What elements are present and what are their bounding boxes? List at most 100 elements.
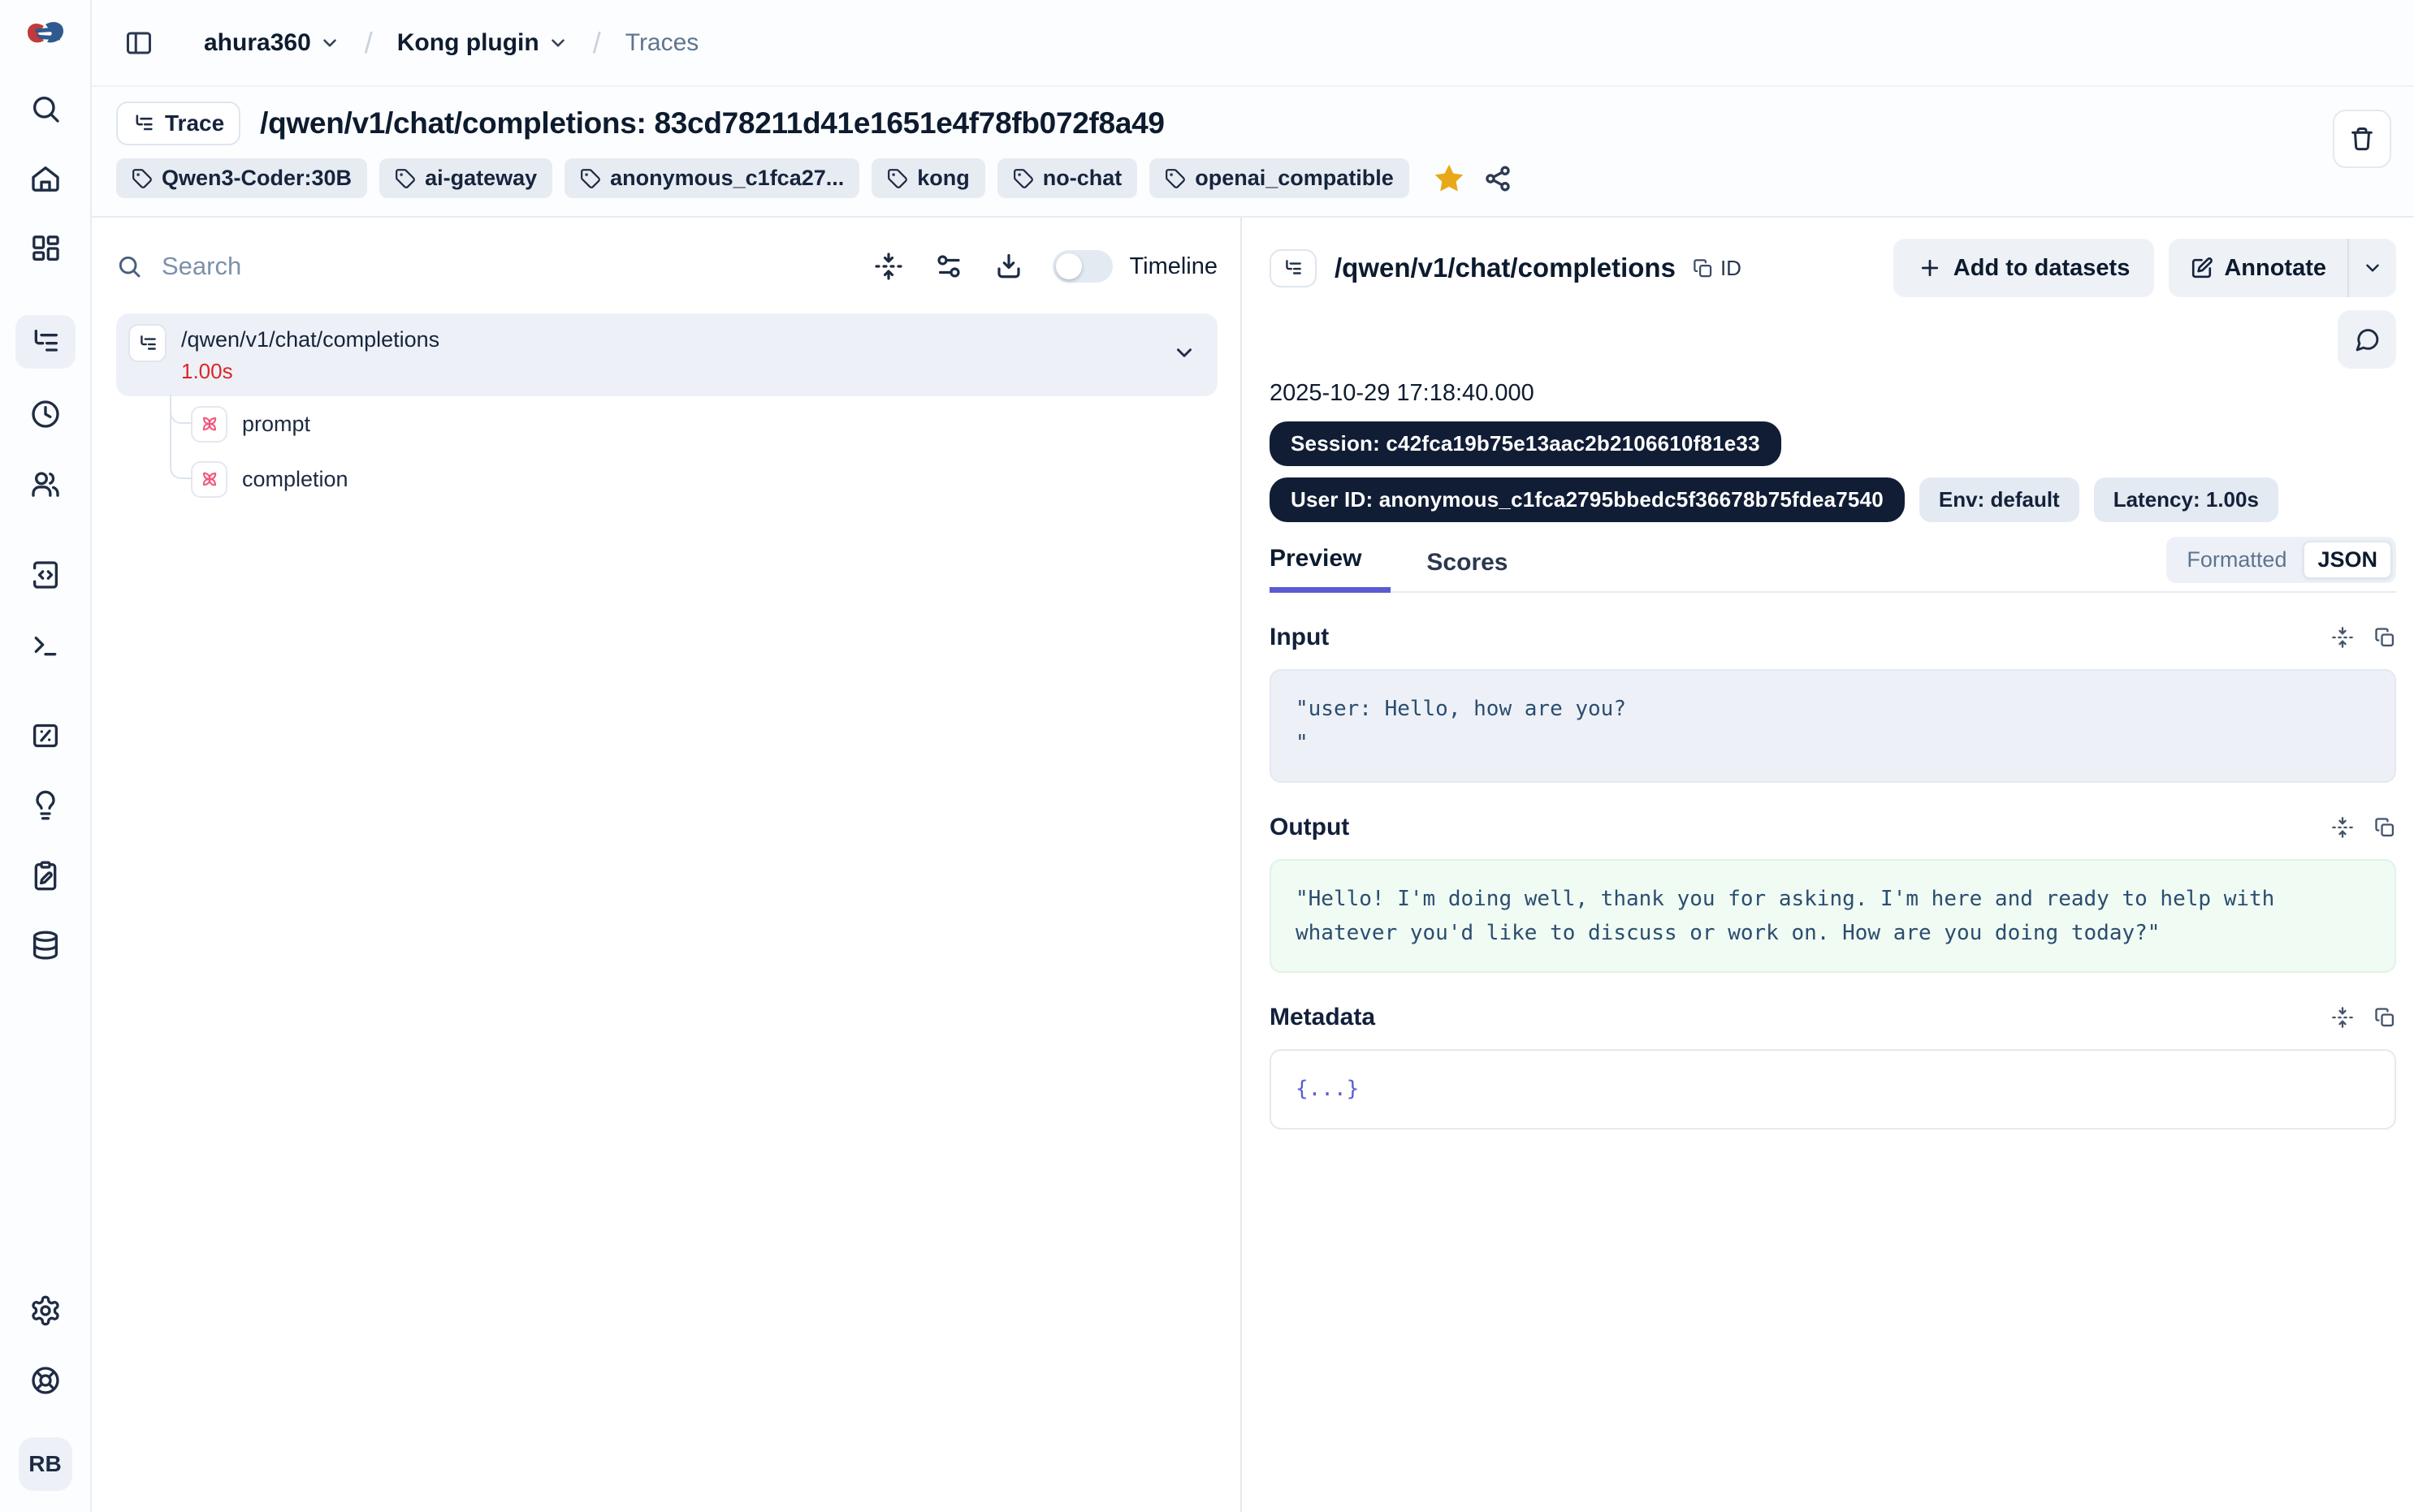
panel-left-icon <box>124 28 154 58</box>
datasets-database-icon <box>29 929 62 961</box>
format-option-json[interactable]: JSON <box>2303 541 2392 579</box>
breadcrumb-page: Traces <box>625 29 699 57</box>
tag-pill[interactable]: openai_compatible <box>1149 158 1409 198</box>
tree-children: prompt completion <box>191 396 1218 507</box>
tree-search-input[interactable] <box>162 252 850 281</box>
tag-label: openai_compatible <box>1195 166 1394 191</box>
copy-icon[interactable] <box>2373 1006 2396 1029</box>
meta-pills-row: User ID: anonymous_c1fca2795bbedc5f36678… <box>1270 477 2396 522</box>
settings-gear-icon <box>29 1294 62 1327</box>
sidebar-item-playground[interactable] <box>15 620 76 669</box>
dashboards-icon <box>29 232 62 265</box>
session-pill[interactable]: Session: c42fca19b75e13aac2b2106610f81e3… <box>1270 421 1781 466</box>
annotation-clipboard-pen-icon <box>29 859 62 892</box>
sidebar-toggle-button[interactable] <box>116 20 162 66</box>
sidebar-item-search[interactable] <box>15 84 76 133</box>
prompts-file-code-icon <box>29 559 62 591</box>
home-icon <box>29 162 62 195</box>
app-logo-icon <box>24 15 67 52</box>
sidebar-item-sessions[interactable] <box>15 390 76 438</box>
sidebar-item-judge[interactable] <box>15 781 76 830</box>
tree-child-prompt[interactable]: prompt <box>191 396 1218 451</box>
comment-bubble-icon <box>2354 326 2381 353</box>
tree-collapse-chevron[interactable] <box>1172 341 1196 369</box>
tree-settings-button[interactable] <box>928 245 970 287</box>
span-fan-icon <box>198 468 221 490</box>
metadata-section-header: Metadata <box>1270 1004 2396 1031</box>
tag-pill[interactable]: no-chat <box>997 158 1138 198</box>
download-icon <box>994 252 1023 281</box>
sidebar-item-dashboards[interactable] <box>15 224 76 273</box>
tree-root-row[interactable]: /qwen/v1/chat/completions 1.00s <box>116 313 1218 396</box>
add-to-datasets-label: Add to datasets <box>1953 255 2131 282</box>
id-label: ID <box>1720 256 1741 281</box>
latency-pill: Latency: 1.00s <box>2094 477 2278 522</box>
tag-icon <box>395 168 416 189</box>
tab-preview[interactable]: Preview <box>1270 545 1391 593</box>
observation-tree: /qwen/v1/chat/completions 1.00s <box>116 313 1218 507</box>
timeline-toggle[interactable] <box>1053 250 1113 283</box>
output-content: "Hello! I'm doing well, thank you for as… <box>1270 859 2396 973</box>
sidebar-item-tracing[interactable] <box>15 315 76 369</box>
breadcrumb-org[interactable]: ahura360 <box>204 29 340 57</box>
input-label: Input <box>1270 624 1329 651</box>
share-icon <box>1483 164 1512 193</box>
tree-child-completion[interactable]: completion <box>191 451 1218 507</box>
support-lifebuoy-icon <box>29 1364 62 1397</box>
tag-label: Qwen3-Coder:30B <box>162 166 352 191</box>
plus-icon <box>1918 256 1942 280</box>
annotate-label: Annotate <box>2224 255 2326 282</box>
sidebar-item-settings[interactable] <box>15 1286 76 1335</box>
download-button[interactable] <box>988 245 1030 287</box>
collapse-all-button[interactable] <box>867 245 910 287</box>
metadata-content[interactable]: {...} <box>1270 1049 2396 1129</box>
sidebar-item-annotation[interactable] <box>15 851 76 900</box>
user-id-pill[interactable]: User ID: anonymous_c1fca2795bbedc5f36678… <box>1270 477 1905 522</box>
annotate-dropdown-button[interactable] <box>2349 239 2396 297</box>
trace-tree-panel: Timeline /qwen/v1/chat/completions 1.00s <box>92 218 1242 1512</box>
format-option-formatted[interactable]: Formatted <box>2170 541 2303 579</box>
breadcrumb: ahura360 / Kong plugin / Traces <box>204 26 699 60</box>
tag-pill[interactable]: anonymous_c1fca27... <box>565 158 859 198</box>
playground-terminal-icon <box>29 629 62 661</box>
copy-icon[interactable] <box>2373 626 2396 649</box>
trace-detail-panel: /qwen/v1/chat/completions ID Add to data… <box>1242 218 2414 1512</box>
breadcrumb-project-label: Kong plugin <box>397 29 539 57</box>
bookmark-star-button[interactable] <box>1433 162 1465 195</box>
users-icon <box>29 468 62 500</box>
sidebar-item-prompts[interactable] <box>15 551 76 599</box>
input-content: "user: Hello, how are you? " <box>1270 669 2396 783</box>
tracing-tree-icon <box>29 326 62 358</box>
sidebar-item-home[interactable] <box>15 154 76 203</box>
sidebar-item-support[interactable] <box>15 1356 76 1405</box>
search-icon <box>29 93 62 125</box>
share-button[interactable] <box>1483 164 1512 193</box>
fold-vertical-icon[interactable] <box>2331 1006 2354 1029</box>
sidebar-item-users[interactable] <box>15 460 76 508</box>
fold-vertical-icon[interactable] <box>2331 816 2354 839</box>
copy-id-button[interactable]: ID <box>1692 256 1741 281</box>
breadcrumb-project[interactable]: Kong plugin <box>397 29 569 57</box>
copy-icon[interactable] <box>2373 816 2396 839</box>
chevron-down-icon <box>319 32 340 54</box>
input-section-header: Input <box>1270 624 2396 651</box>
annotate-button[interactable]: Annotate <box>2169 239 2347 297</box>
trace-tags-row: Qwen3-Coder:30B ai-gateway anonymous_c1f… <box>116 158 2317 198</box>
sidebar-item-evaluation[interactable] <box>15 711 76 760</box>
sidebar: RB <box>0 0 92 1512</box>
add-to-datasets-button[interactable]: Add to datasets <box>1893 239 2155 297</box>
comments-button[interactable] <box>2338 310 2396 369</box>
tag-pill[interactable]: kong <box>872 158 985 198</box>
tag-icon <box>132 168 153 189</box>
detail-trace-badge <box>1270 249 1317 287</box>
evaluation-percent-icon <box>29 719 62 752</box>
tag-pill[interactable]: Qwen3-Coder:30B <box>116 158 367 198</box>
tab-scores[interactable]: Scores <box>1426 549 1508 591</box>
user-avatar[interactable]: RB <box>19 1437 72 1491</box>
fold-vertical-icon[interactable] <box>2331 626 2354 649</box>
tag-pill[interactable]: ai-gateway <box>379 158 552 198</box>
chevron-down-icon <box>1172 341 1196 365</box>
delete-trace-button[interactable] <box>2333 110 2391 168</box>
sidebar-item-datasets[interactable] <box>15 921 76 970</box>
tree-connector <box>170 395 193 424</box>
